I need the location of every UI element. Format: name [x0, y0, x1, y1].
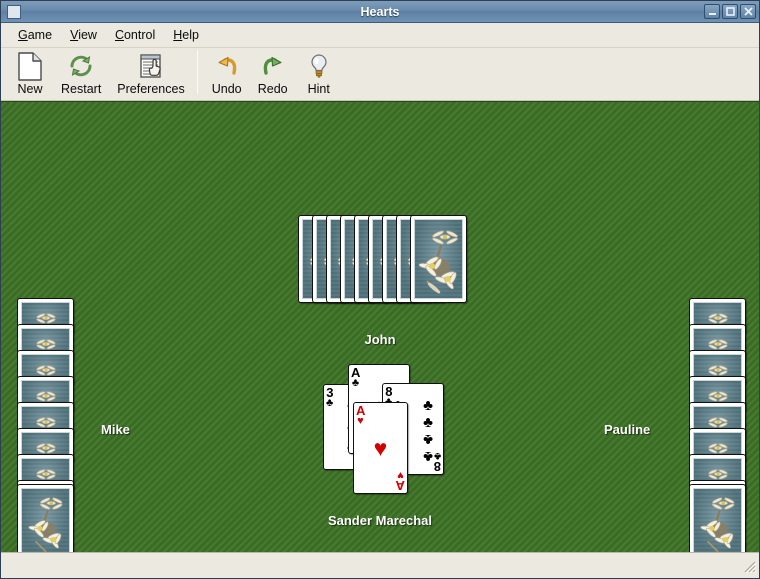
toolbar-button-new[interactable]: New [7, 50, 53, 96]
menu-game[interactable]: Game [9, 25, 61, 45]
card-corner-bottom: 8 ♣ [433, 450, 441, 474]
player-name-west: Mike [101, 422, 130, 437]
preferences-list-hand-icon [137, 51, 165, 81]
toolbar-button-hint[interactable]: Hint [296, 50, 342, 96]
card-center-pip: ♥ [373, 434, 388, 461]
resize-grip-icon[interactable] [742, 559, 757, 576]
minimize-button[interactable] [704, 4, 720, 19]
toolbar-button-undo[interactable]: Undo [204, 50, 250, 96]
window-title: Hearts [360, 4, 400, 19]
menu-bar: Game View Control Help [1, 23, 759, 48]
status-bar [1, 552, 759, 578]
card-suit-icon: ♣ [433, 450, 441, 462]
toolbar-label-redo: Redo [257, 82, 288, 96]
redo-arrow-icon [259, 51, 287, 81]
close-button[interactable] [740, 4, 756, 19]
card-suit-icon: ♣ [326, 397, 334, 409]
window-controls [704, 4, 756, 19]
toolbar-label-new: New [17, 82, 43, 96]
menu-help[interactable]: Help [164, 25, 208, 45]
toolbar-button-redo[interactable]: Redo [250, 50, 296, 96]
restart-arrows-icon [67, 51, 95, 81]
hearts-window: Hearts Game View Control Help New Restar… [0, 0, 760, 579]
card-back-art [414, 219, 463, 299]
player-name-south: Sander Marechal [327, 513, 433, 528]
game-table: John Mike Pauline 3 ♣ A ♣ 8 8 ♣ ♣ ♣ ♣ ♣ … [1, 101, 759, 552]
player-name-east: Pauline [604, 422, 651, 437]
toolbar: New Restart Preferences Undo Redo Hint [1, 48, 759, 101]
player-name-north: John [364, 332, 396, 347]
toolbar-label-preferences: Preferences [117, 82, 185, 96]
toolbar-button-restart[interactable]: Restart [53, 50, 109, 96]
title-bar[interactable]: Hearts [1, 1, 759, 23]
menu-view[interactable]: View [61, 25, 106, 45]
toolbar-separator [196, 50, 198, 94]
toolbar-button-preferences[interactable]: Preferences [109, 50, 192, 96]
undo-arrow-icon [213, 51, 241, 81]
toolbar-label-undo: Undo [211, 82, 242, 96]
toolbar-label-restart: Restart [61, 82, 102, 96]
toolbar-label-hint: Hint [307, 82, 330, 96]
lightbulb-icon [305, 51, 333, 81]
menu-control[interactable]: Control [106, 25, 164, 45]
trick-card-south: A ♥ A ♥ ♥ [353, 402, 408, 494]
card-corner-top: 3 ♣ [326, 386, 333, 409]
window-icon [7, 4, 21, 19]
new-page-icon [17, 51, 43, 81]
card-back[interactable] [410, 215, 467, 303]
maximize-button[interactable] [722, 4, 738, 19]
